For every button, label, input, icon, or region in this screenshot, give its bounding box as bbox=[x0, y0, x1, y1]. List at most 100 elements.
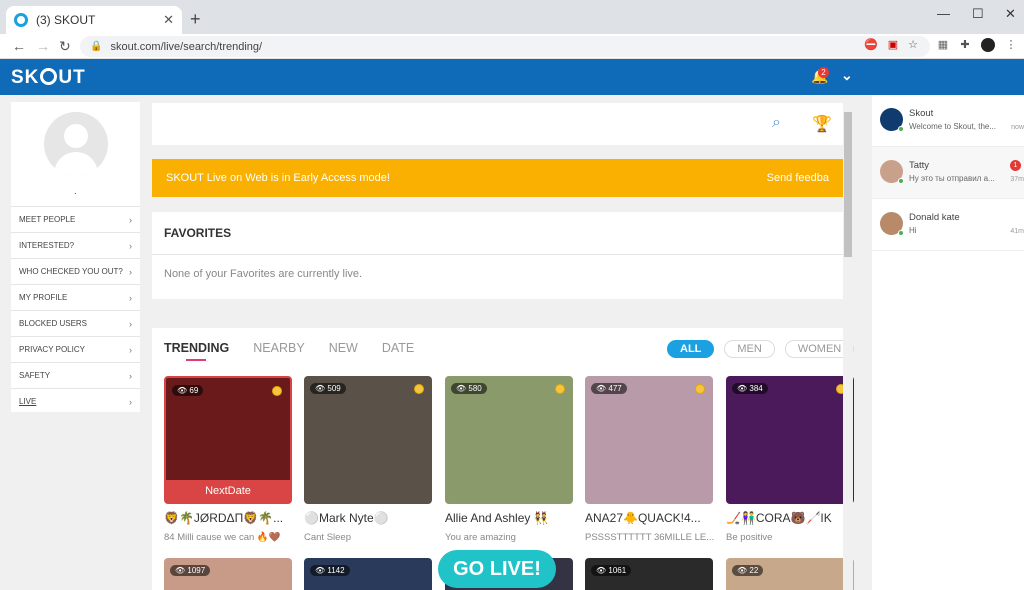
viewer-count: 👁 69 bbox=[172, 385, 204, 396]
profile-avatar-icon[interactable] bbox=[981, 38, 995, 52]
lock-icon: 🔒 bbox=[90, 41, 103, 52]
stream-name[interactable]: ANA27🐥QUACK!4... bbox=[585, 511, 701, 525]
chat-list: Skout Welcome to Skout, the... now Tatty… bbox=[872, 95, 1024, 590]
menu-kebab-icon[interactable]: ⋮ bbox=[1004, 38, 1018, 52]
chat-time: 41m bbox=[1010, 228, 1024, 235]
coin-icon bbox=[414, 384, 424, 394]
skout-logo[interactable]: SK UT bbox=[11, 67, 86, 89]
stream-subtitle: Cant Sleep bbox=[304, 532, 352, 543]
chat-preview: Welcome to Skout, the... bbox=[909, 122, 997, 131]
sidebar-item-live[interactable]: LIVE › bbox=[11, 388, 140, 414]
chat-name: Donald kate bbox=[909, 212, 960, 223]
stream-name[interactable]: 🏒👫CORA🐻🦯IK bbox=[726, 511, 832, 525]
banner-text: SKOUT Live on Web is in Early Access mod… bbox=[166, 172, 390, 184]
card-label: NextDate bbox=[166, 480, 290, 502]
sidebar-item-blocked-users[interactable]: BLOCKED USERS › bbox=[11, 310, 140, 336]
sidebar-item-interested[interactable]: INTERESTED? › bbox=[11, 232, 140, 258]
reload-icon[interactable]: ↻ bbox=[59, 38, 71, 55]
viewer-count: 👁 22 bbox=[732, 565, 764, 576]
search-icon[interactable]: ⌕ bbox=[772, 114, 781, 132]
tab-trending[interactable]: TRENDING bbox=[164, 341, 229, 361]
scrollbar-thumb[interactable] bbox=[844, 112, 852, 257]
stream-subtitle: 84 Milli cause we can 🔥🤎 bbox=[164, 532, 281, 543]
back-icon[interactable]: ← bbox=[12, 38, 26, 54]
online-indicator bbox=[898, 178, 904, 184]
url-text: skout.com/live/search/trending/ bbox=[110, 40, 263, 53]
search-bar: ⌕ 🏆 bbox=[152, 103, 843, 145]
puzzle-icon[interactable]: ✚ bbox=[958, 38, 972, 52]
bookmark-star-icon[interactable]: ☆ bbox=[906, 38, 920, 52]
stream-card[interactable]: 👁 69 NextDate bbox=[164, 376, 292, 504]
extension-icon[interactable]: ▦ bbox=[936, 38, 950, 52]
gender-filters: ALL MEN WOMEN bbox=[667, 340, 855, 358]
stream-subtitle: You are amazing bbox=[445, 532, 516, 543]
new-tab-icon[interactable]: + bbox=[190, 9, 201, 30]
stream-name[interactable]: 🦁🌴JØRDΔΠ🦁🌴... bbox=[164, 511, 283, 525]
notification-badge: 2 bbox=[818, 67, 829, 78]
forward-icon[interactable]: → bbox=[36, 38, 50, 54]
chat-preview: Hi bbox=[909, 226, 917, 235]
stream-tabs: TRENDING NEARBY NEW DATE bbox=[164, 341, 414, 361]
maximize-icon[interactable]: ☐ bbox=[972, 6, 984, 22]
coin-icon bbox=[555, 384, 565, 394]
sidebar-item-meet-people[interactable]: MEET PEOPLE › bbox=[11, 206, 140, 232]
online-indicator bbox=[898, 126, 904, 132]
filter-men[interactable]: MEN bbox=[724, 340, 775, 358]
stream-name[interactable]: ⚪Mark Nyte⚪ bbox=[304, 511, 389, 525]
sidebar-item-privacy-policy[interactable]: PRIVACY POLICY › bbox=[11, 336, 140, 362]
viewer-count: 👁 509 bbox=[310, 383, 346, 394]
chat-time: 37m bbox=[1010, 176, 1024, 183]
browser-tab[interactable]: (3) SKOUT ✕ bbox=[6, 6, 182, 34]
stream-subtitle: Be positive bbox=[726, 532, 773, 543]
chat-time: now bbox=[1011, 124, 1024, 131]
sidebar-item-safety[interactable]: SAFETY › bbox=[11, 362, 140, 388]
avatar[interactable] bbox=[44, 112, 108, 176]
favorites-empty-text: None of your Favorites are currently liv… bbox=[164, 268, 363, 280]
coin-icon bbox=[272, 386, 282, 396]
stream-card[interactable]: 👁 1142 bbox=[304, 558, 432, 590]
close-window-icon[interactable]: ✕ bbox=[1005, 6, 1016, 22]
scrollbar[interactable] bbox=[843, 102, 853, 590]
viewer-count: 👁 580 bbox=[451, 383, 487, 394]
sidebar-item-my-profile[interactable]: MY PROFILE › bbox=[11, 284, 140, 310]
go-live-button[interactable]: GO LIVE! bbox=[438, 550, 556, 588]
chevron-down-icon[interactable]: ⌄ bbox=[841, 67, 853, 84]
sidebar-item-who-checked[interactable]: WHO CHECKED YOU OUT? › bbox=[11, 258, 140, 284]
stream-card[interactable]: 👁 384 bbox=[726, 376, 854, 504]
skout-header: SKUT 🔔 2 ⌄ bbox=[0, 59, 1024, 95]
extension-icon[interactable]: ⛔ bbox=[864, 38, 878, 52]
browser-tab-bar: (3) SKOUT ✕ + — ☐ ✕ bbox=[0, 0, 1024, 34]
online-indicator bbox=[898, 230, 904, 236]
early-access-banner: SKOUT Live on Web is in Early Access mod… bbox=[152, 159, 843, 197]
stream-card[interactable]: 👁 1097 bbox=[164, 558, 292, 590]
tab-nearby[interactable]: NEARBY bbox=[253, 341, 304, 355]
filter-all[interactable]: ALL bbox=[667, 340, 715, 358]
skout-favicon-icon bbox=[14, 13, 28, 27]
chat-item[interactable]: Tatty Ну это ты отправил а... 1 37m bbox=[872, 147, 1024, 199]
tab-new[interactable]: NEW bbox=[329, 341, 358, 355]
stream-name[interactable]: Allie And Ashley 👯 bbox=[445, 511, 549, 525]
chat-item[interactable]: Donald kate Hi 41m bbox=[872, 199, 1024, 251]
stream-card[interactable]: 👁 477 bbox=[585, 376, 713, 504]
chat-preview: Ну это ты отправил а... bbox=[909, 174, 995, 183]
blocked-popup-icon[interactable]: ▣ bbox=[886, 38, 900, 52]
viewer-count: 👁 1142 bbox=[310, 565, 350, 576]
stream-subtitle: PSSSSTTTTTT 36MILLE LE... bbox=[585, 532, 715, 543]
stream-card[interactable]: 👁 22 bbox=[726, 558, 854, 590]
stream-card[interactable]: 👁 509 bbox=[304, 376, 432, 504]
viewer-count: 👁 384 bbox=[732, 383, 768, 394]
sidebar-menu: MEET PEOPLE › INTERESTED? › WHO CHECKED YO… bbox=[11, 206, 140, 414]
minimize-icon[interactable]: — bbox=[937, 6, 950, 21]
close-tab-icon[interactable]: ✕ bbox=[163, 12, 174, 28]
tab-title: (3) SKOUT bbox=[36, 13, 96, 27]
address-bar-row: ← → ↻ 🔒 skout.com/live/search/trending/ … bbox=[0, 34, 1024, 59]
chat-item[interactable]: Skout Welcome to Skout, the... now bbox=[872, 95, 1024, 147]
url-field[interactable]: 🔒 skout.com/live/search/trending/ bbox=[80, 36, 930, 57]
send-feedback-link[interactable]: Send feedba bbox=[767, 172, 829, 184]
tab-date[interactable]: DATE bbox=[382, 341, 414, 355]
main-content: ⌕ 🏆 SKOUT Live on Web is in Early Access… bbox=[152, 95, 855, 590]
trophy-icon[interactable]: 🏆 bbox=[812, 114, 832, 134]
coin-icon bbox=[695, 384, 705, 394]
stream-card[interactable]: 👁 1061 bbox=[585, 558, 713, 590]
stream-card[interactable]: 👁 580 bbox=[445, 376, 573, 504]
